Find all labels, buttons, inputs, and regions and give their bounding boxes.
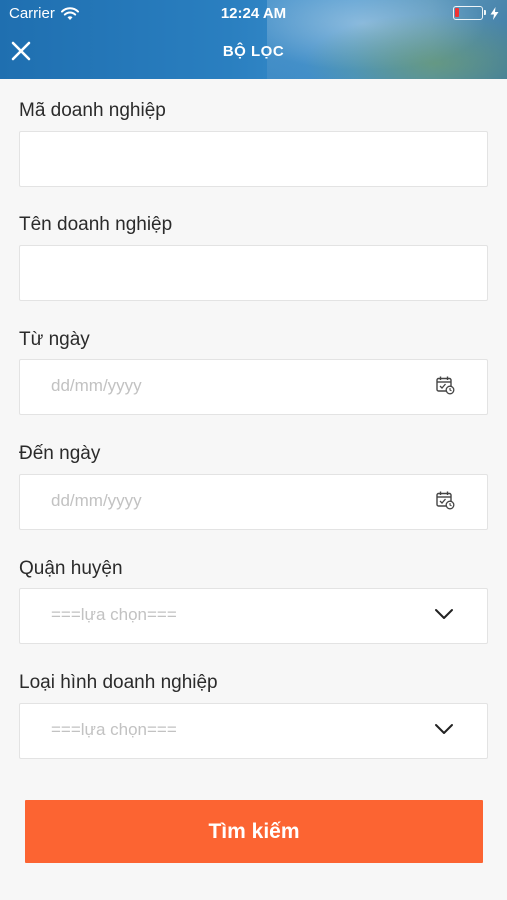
- tu-ngay-input[interactable]: dd/mm/yyyy: [19, 359, 488, 415]
- battery-icon: [453, 6, 486, 20]
- ten-doanh-nghiep-label: Tên doanh nghiệp: [19, 214, 173, 235]
- quan-huyen-label: Quận huyện: [19, 558, 123, 579]
- ten-doanh-nghiep-input[interactable]: [19, 245, 488, 301]
- tu-ngay-placeholder: dd/mm/yyyy: [51, 376, 142, 395]
- status-bar: Carrier 12:24 AM: [0, 0, 507, 28]
- field-den-ngay: Đến ngày dd/mm/yyyy: [19, 442, 488, 530]
- calendar-icon[interactable]: [435, 490, 455, 510]
- quan-huyen-select[interactable]: ===lựa chọn===: [19, 588, 488, 644]
- chevron-down-icon[interactable]: [433, 718, 455, 740]
- nav-bar: BỘ LỌC: [0, 28, 507, 79]
- page-title: BỘ LỌC: [222, 43, 285, 60]
- header-bar: Carrier 12:24 AM BỘ LỌC: [0, 0, 507, 79]
- chevron-down-icon[interactable]: [433, 603, 455, 625]
- field-tu-ngay: Từ ngày dd/mm/yyyy: [19, 328, 488, 415]
- calendar-icon[interactable]: [435, 375, 455, 395]
- loai-hinh-label: Loại hình doanh nghiệp: [19, 672, 218, 693]
- den-ngay-label: Đến ngày: [19, 443, 101, 464]
- battery-indicator: [453, 6, 499, 20]
- search-button[interactable]: Tìm kiếm: [25, 800, 483, 863]
- ma-doanh-nghiep-label: Mã doanh nghiệp: [19, 100, 166, 121]
- field-ten-doanh-nghiep: Tên doanh nghiệp: [19, 213, 488, 301]
- ma-doanh-nghiep-input[interactable]: [19, 131, 488, 187]
- status-time: 12:24 AM: [220, 5, 287, 22]
- den-ngay-input[interactable]: dd/mm/yyyy: [19, 474, 488, 530]
- field-loai-hinh-doanh-nghiep: Loại hình doanh nghiệp ===lựa chọn===: [19, 671, 488, 759]
- field-ma-doanh-nghiep: Mã doanh nghiệp: [19, 99, 488, 187]
- quan-huyen-selected-value: ===lựa chọn===: [51, 605, 177, 624]
- loai-hinh-select[interactable]: ===lựa chọn===: [19, 703, 488, 759]
- loai-hinh-selected-value: ===lựa chọn===: [51, 720, 177, 739]
- den-ngay-placeholder: dd/mm/yyyy: [51, 491, 142, 510]
- field-quan-huyen: Quận huyện ===lựa chọn===: [19, 557, 488, 644]
- tu-ngay-label: Từ ngày: [19, 329, 90, 350]
- charging-bolt-icon: [490, 6, 499, 20]
